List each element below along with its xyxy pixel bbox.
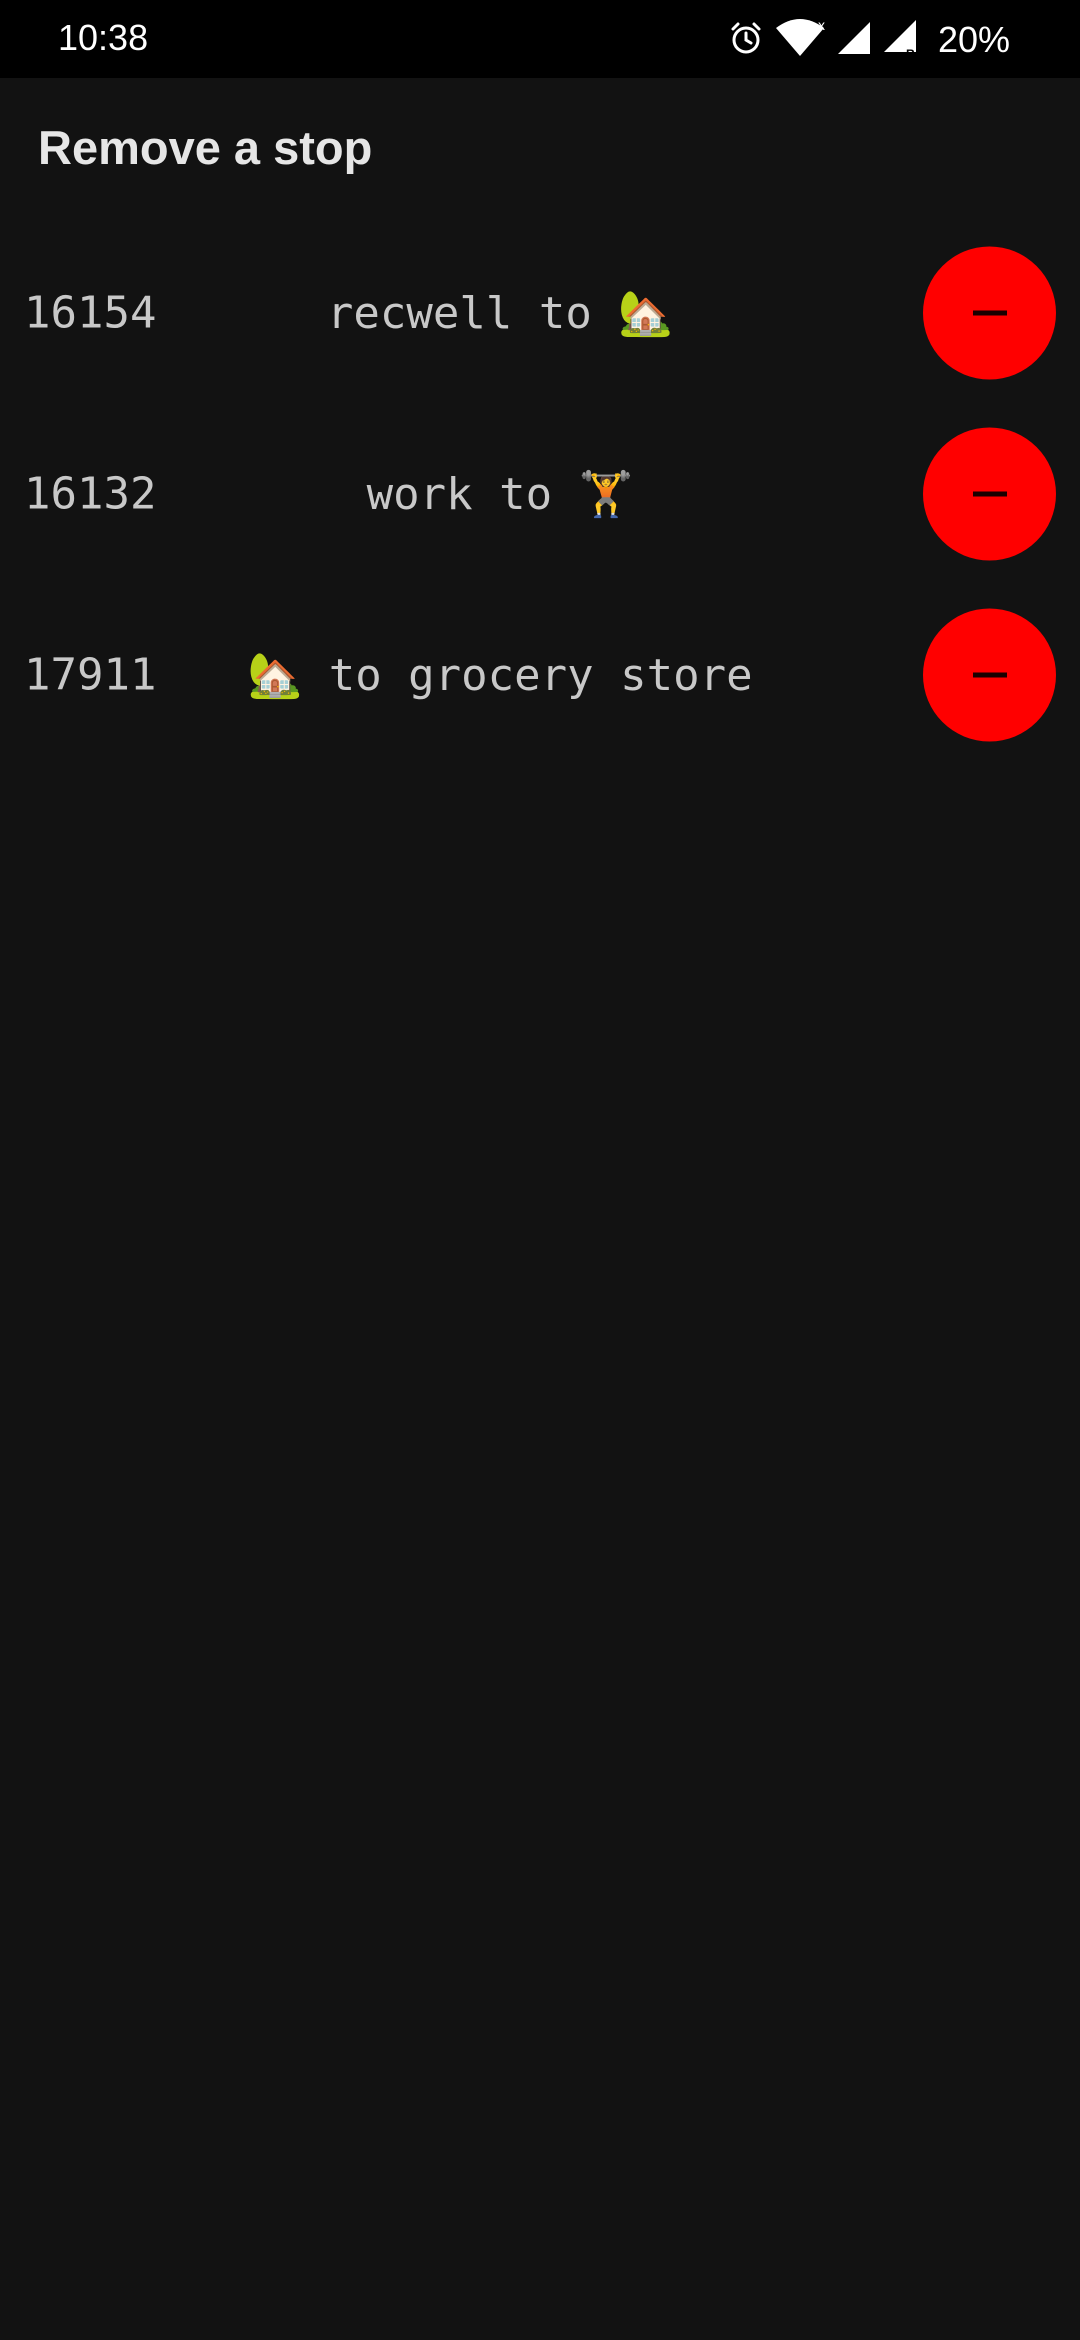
page-title: Remove a stop	[38, 121, 373, 174]
minus-icon	[972, 491, 1007, 497]
stop-row: 16154 recwell to 🏡	[0, 222, 1080, 403]
stop-row: 17911 🏡 to grocery store	[0, 584, 1080, 765]
status-icons: x R 20%	[728, 17, 1010, 63]
status-time: 10:38	[58, 17, 149, 58]
alarm-icon	[728, 20, 764, 61]
svg-text:x: x	[818, 18, 825, 33]
stop-row: 16132 work to 🏋️	[0, 403, 1080, 584]
remove-stop-button[interactable]	[923, 427, 1056, 560]
minus-icon	[972, 310, 1007, 316]
cell-signal-roaming-icon: R	[882, 18, 918, 63]
stop-description: recwell to 🏡	[326, 287, 674, 339]
cell-signal-icon	[836, 20, 872, 61]
stop-description: work to 🏋️	[366, 468, 634, 520]
stop-description: 🏡 to grocery store	[247, 649, 753, 701]
stop-id: 17911	[24, 649, 157, 700]
stop-id: 16132	[24, 468, 157, 519]
status-bar: 10:38 x R 20%	[0, 0, 1080, 78]
minus-icon	[972, 672, 1007, 678]
remove-stop-button[interactable]	[923, 246, 1056, 379]
toolbar: Remove a stop	[0, 78, 1080, 218]
svg-text:R: R	[906, 47, 915, 58]
stop-id: 16154	[24, 287, 157, 338]
stop-list: 16154 recwell to 🏡 16132 work to 🏋️ 1791…	[0, 222, 1080, 765]
wifi-icon: x	[774, 17, 826, 63]
battery-percentage: 20%	[937, 19, 1010, 60]
remove-stop-button[interactable]	[923, 608, 1056, 741]
